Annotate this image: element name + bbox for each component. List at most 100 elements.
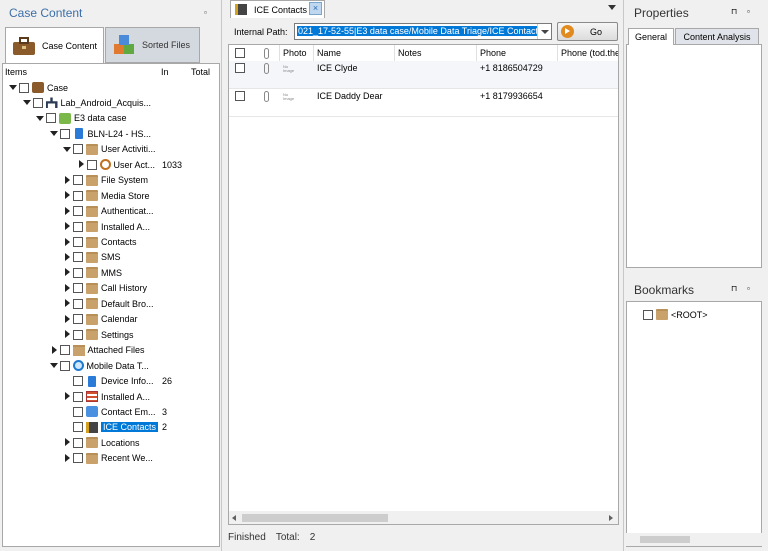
tree-item-checkbox[interactable] [73, 252, 83, 263]
tree-item[interactable]: Attached Files [50, 343, 145, 358]
collapse-arrow-icon[interactable] [49, 358, 58, 373]
expand-arrow-icon[interactable] [63, 173, 71, 188]
tree-item-checkbox[interactable] [73, 237, 83, 247]
expand-arrow-icon[interactable] [63, 204, 71, 219]
tree-item[interactable]: Device Info... [63, 374, 154, 389]
tree-item-checkbox[interactable] [86, 159, 97, 170]
tree-item-checkbox[interactable] [73, 314, 83, 325]
tree-item-checkbox[interactable] [73, 221, 83, 232]
pin-icon[interactable]: ▫ [747, 7, 750, 16]
scrollbar-thumb[interactable] [640, 536, 690, 543]
tree-item-checkbox[interactable] [46, 113, 56, 124]
expand-arrow-icon[interactable] [50, 343, 58, 358]
column-header-notes[interactable]: Notes [398, 48, 422, 58]
bookmark-root-checkbox[interactable] [643, 309, 653, 320]
collapse-arrow-icon[interactable] [49, 126, 58, 141]
tree-item-checkbox[interactable] [73, 391, 83, 402]
collapse-arrow-icon[interactable] [22, 95, 31, 110]
minimize-icon[interactable]: ⊓ [731, 7, 737, 16]
tree-item-checkbox[interactable] [73, 453, 83, 464]
row-checkbox[interactable] [235, 91, 245, 101]
expand-arrow-icon[interactable] [63, 389, 71, 404]
go-button[interactable]: Go [557, 22, 618, 41]
tree-item[interactable]: BLN-L24 - HS... [49, 126, 151, 141]
tab-general[interactable]: General [628, 28, 674, 45]
tree-item[interactable]: Calendar [63, 312, 138, 327]
tree-item-checkbox[interactable] [73, 144, 83, 155]
column-header-phone-tod[interactable]: Phone (tod.the [561, 48, 618, 58]
scroll-right-icon[interactable] [609, 515, 613, 521]
expand-arrow-icon[interactable] [63, 312, 71, 327]
tree-item-checkbox[interactable] [73, 437, 83, 448]
column-header-name[interactable]: Name [317, 48, 341, 58]
tree-item-checkbox[interactable] [73, 406, 83, 417]
pin-icon[interactable]: ▫ [747, 284, 750, 293]
tree-item-checkbox[interactable] [73, 267, 83, 278]
tree-item[interactable]: Media Store [63, 188, 150, 203]
tree-item[interactable]: User Act... [77, 157, 155, 172]
tree-item[interactable]: Default Bro... [63, 296, 154, 311]
expand-arrow-icon[interactable] [63, 281, 71, 296]
tree-item-checkbox[interactable] [73, 206, 83, 217]
table-row[interactable]: No Image ICE Clyde +1 8186504729 [229, 61, 618, 89]
tree-item[interactable]: User Activiti... [63, 142, 156, 157]
tree-item[interactable]: Installed A... [63, 219, 150, 234]
row-checkbox[interactable] [235, 63, 245, 73]
close-tab-icon[interactable]: × [309, 2, 322, 15]
column-header-photo[interactable]: Photo [283, 48, 307, 58]
collapse-arrow-icon[interactable] [9, 80, 17, 95]
tree-item-checkbox[interactable] [59, 345, 70, 356]
tree-item-checkbox[interactable] [73, 376, 83, 387]
collapse-arrow-icon[interactable] [63, 142, 71, 157]
scrollbar-thumb[interactable] [242, 514, 388, 522]
expand-arrow-icon[interactable] [63, 250, 71, 265]
expand-arrow-icon[interactable] [63, 265, 71, 280]
bookmark-root[interactable]: <ROOT> [643, 307, 708, 322]
tab-content-analysis[interactable]: Content Analysis [675, 28, 759, 45]
tree-item-checkbox[interactable] [73, 175, 83, 186]
table-row[interactable]: No Image ICE Daddy Dear +1 8179936654 [229, 89, 618, 117]
expand-arrow-icon[interactable] [63, 188, 71, 203]
tree-item[interactable]: Lab_Android_Acquis... [22, 95, 151, 110]
tree-item[interactable]: Contacts [63, 235, 137, 250]
column-header-phone[interactable]: Phone [480, 48, 506, 58]
tree-item-checkbox[interactable] [59, 128, 70, 139]
tree-item-checkbox[interactable] [73, 190, 83, 201]
tree-item[interactable]: Installed A... [63, 389, 150, 404]
select-all-checkbox[interactable] [235, 48, 245, 58]
expand-arrow-icon[interactable] [63, 451, 71, 466]
internal-path-value[interactable]: 021_17-52-55|E3 data case/Mobile Data Tr… [297, 26, 544, 36]
tree-item[interactable]: File System [63, 173, 148, 188]
tree-item[interactable]: Authenticat... [63, 204, 154, 219]
pin-icon[interactable]: ▫ [204, 8, 207, 17]
expand-arrow-icon[interactable] [63, 435, 71, 450]
tree-item[interactable]: MMS [63, 265, 122, 280]
expand-arrow-icon[interactable] [63, 327, 71, 342]
tree-item-checkbox[interactable] [19, 82, 29, 93]
tree-item-checkbox[interactable] [73, 283, 83, 294]
collapse-arrow-icon[interactable] [36, 111, 44, 126]
internal-path-combobox[interactable]: 021_17-52-55|E3 data case/Mobile Data Tr… [294, 23, 552, 40]
tree-item[interactable]: Call History [63, 281, 147, 296]
minimize-icon[interactable]: ⊓ [731, 284, 737, 293]
chevron-down-icon[interactable] [537, 24, 551, 39]
tree-item[interactable]: SMS [63, 250, 121, 265]
tree-item[interactable]: Settings [63, 327, 134, 342]
expand-arrow-icon[interactable] [77, 157, 85, 172]
tree-item[interactable]: Mobile Data T... [49, 358, 149, 373]
tab-case-content[interactable]: Case Content [5, 27, 104, 63]
scroll-left-icon[interactable] [232, 515, 236, 521]
tree-item[interactable]: Locations [63, 435, 140, 450]
tree-item[interactable]: Case [9, 80, 68, 95]
expand-arrow-icon[interactable] [63, 219, 71, 234]
expand-arrow-icon[interactable] [63, 296, 71, 311]
tree-item-checkbox[interactable] [59, 360, 70, 371]
tree-item[interactable]: ICE Contacts [63, 420, 159, 435]
tree-item-checkbox[interactable] [32, 97, 43, 108]
tab-sorted-files[interactable]: Sorted Files [105, 27, 200, 63]
tree-item[interactable]: Contact Em... [63, 404, 156, 419]
tree-item-checkbox[interactable] [73, 329, 83, 340]
tree-item-checkbox[interactable] [73, 298, 83, 309]
tab-list-dropdown-icon[interactable] [608, 5, 616, 10]
tree-item[interactable]: E3 data case [36, 111, 127, 126]
